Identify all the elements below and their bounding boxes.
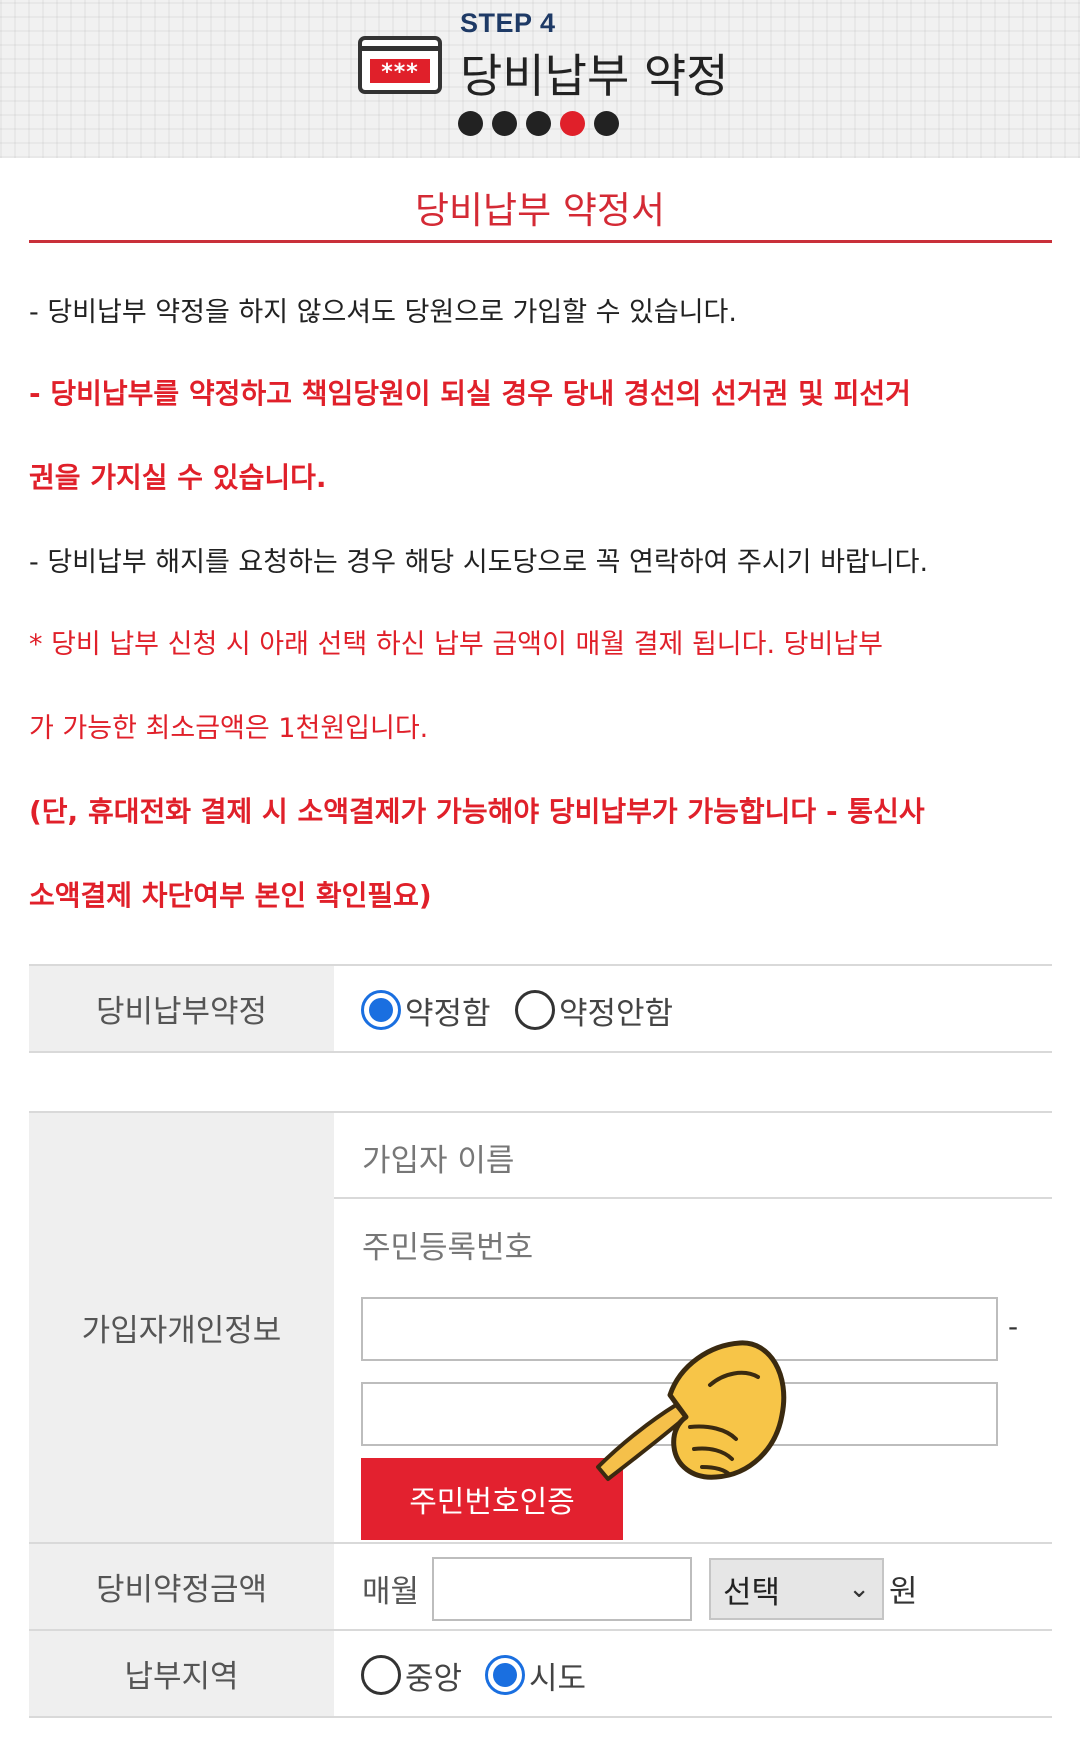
credit-card-icon: *** xyxy=(358,36,442,94)
step-label: STEP 4 xyxy=(460,8,556,38)
radio-region-province[interactable] xyxy=(485,1655,525,1695)
amount-select[interactable]: 선택 ⌄ xyxy=(709,1558,884,1620)
title-divider xyxy=(29,240,1052,243)
name-field[interactable]: 가입자 이름 xyxy=(362,1135,514,1180)
notice-mobile-line1: (단, 휴대전화 결제 시 소액결제가 가능해야 당비납부가 가능합니다 - 통… xyxy=(29,795,925,828)
progress-dot-1 xyxy=(458,111,483,136)
pledge-label: 당비납부약정 xyxy=(29,966,334,1051)
row-divider xyxy=(29,1051,1052,1053)
step-progress-dots xyxy=(458,111,619,136)
amount-input[interactable] xyxy=(432,1557,692,1621)
radio-pledge-yes-label[interactable]: 약정함 xyxy=(405,988,491,1033)
progress-dot-5 xyxy=(594,111,619,136)
card-stars: *** xyxy=(370,59,430,85)
progress-dot-2 xyxy=(492,111,517,136)
radio-pledge-yes[interactable] xyxy=(361,990,401,1030)
radio-region-central[interactable] xyxy=(361,1655,401,1695)
radio-pledge-no[interactable] xyxy=(515,990,555,1030)
section-title: 당비납부 약정서 xyxy=(414,189,666,232)
notice-voting-right-line2: 권을 가지실 수 있습니다. xyxy=(29,461,327,494)
personal-info-label: 가입자개인정보 xyxy=(29,1113,334,1542)
progress-dot-3 xyxy=(526,111,551,136)
notice-mobile-line2: 소액결제 차단여부 본인 확인필요) xyxy=(29,879,432,912)
progress-dot-4 xyxy=(560,111,585,136)
radio-region-central-label[interactable]: 중앙 xyxy=(405,1653,462,1698)
notice-monthly-line1: * 당비 납부 신청 시 아래 선택 하신 납부 금액이 매월 결제 됩니다. … xyxy=(29,629,884,660)
amount-select-value: 선택 xyxy=(723,1574,781,1611)
region-label: 납부지역 xyxy=(29,1631,334,1716)
notice-cancellation: - 당비납부 해지를 요청하는 경우 해당 시도당으로 꼭 연락하여 주시기 바… xyxy=(29,547,929,578)
rrn-label: 주민등록번호 xyxy=(362,1230,534,1266)
card-stripe xyxy=(362,46,438,51)
chevron-down-icon: ⌄ xyxy=(848,1574,870,1604)
amount-label: 당비약정금액 xyxy=(29,1544,334,1629)
rrn-separator: - xyxy=(1008,1310,1019,1343)
amount-prefix: 매월 xyxy=(362,1574,420,1610)
step-title: 당비납부 약정 xyxy=(460,49,729,103)
step-header: STEP 4 *** 당비납부 약정 xyxy=(0,0,1080,158)
rrn-verify-button[interactable]: 주민번호인증 xyxy=(361,1458,623,1540)
radio-pledge-no-label[interactable]: 약정안함 xyxy=(559,988,673,1033)
notice-optional: - 당비납부 약정을 하지 않으셔도 당원으로 가입할 수 있습니다. xyxy=(29,297,737,328)
radio-region-province-label[interactable]: 시도 xyxy=(529,1653,586,1698)
row-divider xyxy=(29,1716,1052,1718)
notice-monthly-line2: 가 가능한 최소금액은 1천원입니다. xyxy=(29,713,429,744)
pointing-hand-icon xyxy=(596,1340,787,1481)
row-divider xyxy=(334,1197,1052,1199)
notice-voting-right-line1: - 당비납부를 약정하고 책임당원이 되실 경우 당내 경선의 선거권 및 피선… xyxy=(29,377,911,410)
amount-unit: 원 xyxy=(889,1574,918,1610)
